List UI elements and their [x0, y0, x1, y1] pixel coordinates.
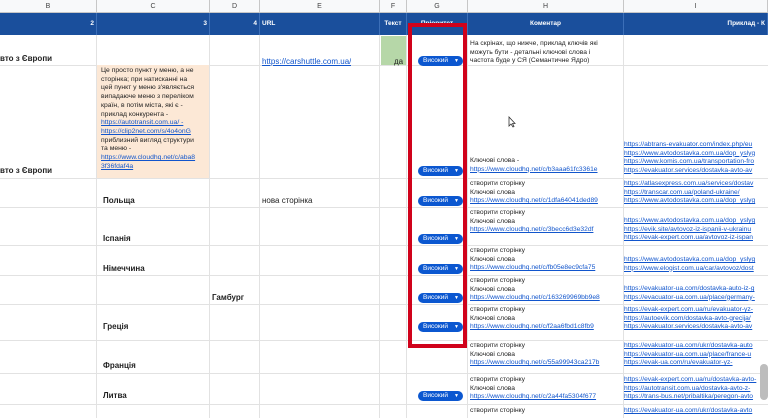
comment-cell[interactable]: Ключові слова - https://www.cloudhq.net/c…: [470, 157, 598, 174]
highlight-rectangle: [408, 23, 467, 348]
spreadsheet: B C D E F G H I 2 3 4 URL Текст Пріорите…: [0, 0, 768, 418]
header-comment: Коментар: [468, 13, 624, 35]
header-text: Текст: [380, 13, 407, 35]
country-cell[interactable]: Франція: [103, 361, 136, 370]
comment-cell[interactable]: створити сторінку Ключові слова https://ww…: [470, 376, 596, 402]
country-cell[interactable]: Греція: [103, 322, 128, 331]
col-header-c[interactable]: C: [97, 0, 210, 13]
header-num-4: 4: [210, 13, 260, 35]
header-example: Приклад - К: [624, 13, 768, 35]
comment-cell[interactable]: створити сторінку Ключові слова https://ww…: [470, 277, 600, 303]
url-link[interactable]: https://carshuttle.com.ua/: [262, 57, 351, 66]
text-cell[interactable]: да: [394, 57, 403, 66]
vertical-scrollbar[interactable]: [760, 364, 768, 400]
col-header-d[interactable]: D: [210, 0, 260, 13]
country-cell[interactable]: вто з Європи: [0, 54, 52, 63]
col-header-e[interactable]: E: [260, 0, 380, 13]
header-url: URL: [260, 13, 380, 35]
priority-dropdown[interactable]: Високий ▼: [418, 391, 463, 401]
example-urls[interactable]: https://evakuator-ua.com/dostavka-auto-i…: [624, 285, 768, 302]
comment-cell[interactable]: створити сторінку Ключові слова https://ww…: [470, 180, 598, 206]
cursor-icon: [508, 116, 516, 128]
comment-cell[interactable]: створити сторінку Ключові слова https://ww…: [470, 247, 595, 273]
example-urls[interactable]: https://atlasexpress.com.ua/services/dos…: [624, 180, 768, 206]
comment-cell[interactable]: створити сторінку: [470, 407, 525, 416]
country-cell[interactable]: Німеччина: [103, 264, 145, 273]
col-header-h[interactable]: H: [468, 0, 624, 13]
header-num-3: 3: [97, 13, 210, 35]
example-urls[interactable]: https://www.avtodostavka.com.ua/dop_ysly…: [624, 256, 768, 273]
chevron-down-icon: ▼: [454, 393, 459, 399]
comment-cell[interactable]: На скрінах, що нижче, приклад ключів які…: [470, 40, 598, 66]
example-urls[interactable]: https://abtrans-evakuator.com/index.php/…: [624, 141, 768, 175]
example-urls[interactable]: https://evak-expert.com.ua/ru/evakuator-…: [624, 306, 768, 332]
col-header-i[interactable]: I: [624, 0, 768, 13]
comment-cell[interactable]: створити сторінку Ключові слова https://ww…: [470, 209, 593, 235]
comment-cell[interactable]: створити сторінку Ключові слова https://ww…: [470, 306, 594, 332]
country-cell[interactable]: Польща: [103, 196, 135, 205]
example-urls[interactable]: https://evakuator-ua.com/ukr/dostavka-av…: [624, 407, 768, 416]
col-header-b[interactable]: B: [0, 0, 97, 13]
comment-cell[interactable]: створити сторінку Ключові слова https://ww…: [470, 342, 599, 368]
example-urls[interactable]: https://evakuator-ua.com/ukr/dostavka-au…: [624, 342, 768, 368]
header-num-2: 2: [0, 13, 97, 35]
col-header-g[interactable]: G: [407, 0, 468, 13]
example-urls[interactable]: https://www.avtodostavka.com.ua/dop_ysly…: [624, 217, 768, 243]
country-cell[interactable]: Іспанія: [103, 234, 131, 243]
url-cell[interactable]: нова сторінка: [262, 196, 313, 205]
country-cell[interactable]: вто з Європи: [0, 166, 52, 175]
col-header-f[interactable]: F: [380, 0, 407, 13]
city-cell[interactable]: Гамбург: [212, 293, 244, 302]
note-cell[interactable]: Це просто пункт у меню, а не сторінка; пр…: [97, 65, 209, 178]
country-cell[interactable]: Литва: [103, 391, 127, 400]
example-urls[interactable]: https://evak-expert.com.ua/ru/dostavka-a…: [624, 376, 768, 402]
